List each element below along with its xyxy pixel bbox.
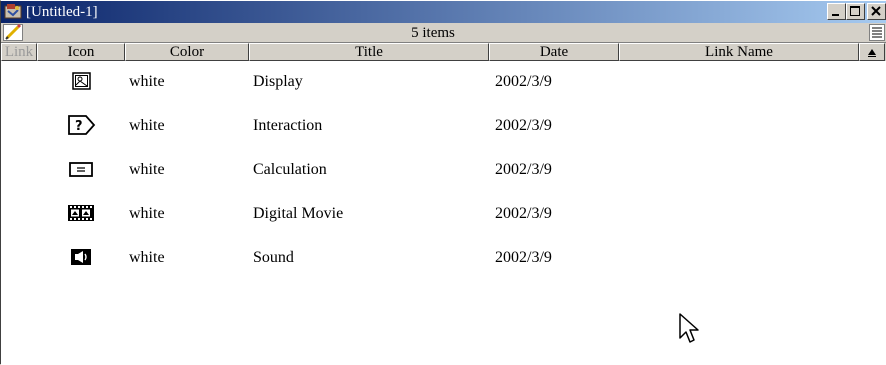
library-item-list: white Display 2002/3/9 ? white Interacti… bbox=[1, 61, 886, 365]
list-item[interactable]: white Digital Movie 2002/3/9 bbox=[1, 193, 886, 237]
column-header-icon[interactable]: Icon bbox=[37, 43, 125, 61]
item-color: white bbox=[129, 249, 165, 266]
sort-ascending-icon bbox=[868, 49, 876, 57]
list-item[interactable]: white Calculation 2002/3/9 bbox=[1, 149, 886, 193]
sound-icon bbox=[71, 249, 91, 265]
close-icon bbox=[871, 6, 881, 16]
item-color: white bbox=[129, 161, 165, 178]
library-window: [Untitled-1] 5 items Link Icon Color Tit… bbox=[0, 0, 886, 365]
item-title: Interaction bbox=[253, 117, 323, 134]
item-title: Display bbox=[253, 73, 303, 90]
digital-movie-icon bbox=[68, 205, 94, 221]
maximize-icon bbox=[850, 6, 860, 16]
item-title: Digital Movie bbox=[253, 205, 344, 222]
item-date: 2002/3/9 bbox=[495, 249, 552, 266]
item-title: Calculation bbox=[253, 161, 327, 178]
list-item[interactable]: white Display 2002/3/9 bbox=[1, 61, 886, 105]
item-date: 2002/3/9 bbox=[495, 117, 552, 134]
item-color: white bbox=[129, 73, 165, 90]
list-item[interactable]: white Sound 2002/3/9 bbox=[1, 237, 886, 281]
maximize-button[interactable] bbox=[846, 3, 865, 20]
column-header-date[interactable]: Date bbox=[489, 43, 619, 61]
title-bar[interactable]: [Untitled-1] bbox=[1, 1, 886, 23]
sort-order-button[interactable] bbox=[859, 43, 885, 61]
mouse-pointer-icon bbox=[679, 313, 699, 343]
library-toolbar: 5 items bbox=[1, 23, 886, 43]
library-app-icon bbox=[4, 4, 22, 19]
column-header-title[interactable]: Title bbox=[249, 43, 489, 61]
window-title: [Untitled-1] bbox=[26, 4, 98, 20]
column-header-link-name[interactable]: Link Name bbox=[619, 43, 859, 61]
item-date: 2002/3/9 bbox=[495, 73, 552, 90]
calculation-icon bbox=[69, 162, 93, 177]
column-header-link[interactable]: Link bbox=[1, 43, 37, 61]
item-color: white bbox=[129, 205, 165, 222]
column-header-color[interactable]: Color bbox=[125, 43, 249, 61]
list-item[interactable]: ? white Interaction 2002/3/9 bbox=[1, 105, 886, 149]
item-title: Sound bbox=[253, 249, 294, 266]
item-date: 2002/3/9 bbox=[495, 161, 552, 178]
interaction-icon: ? bbox=[68, 115, 96, 135]
item-count: 5 items bbox=[411, 25, 455, 41]
minimize-icon bbox=[832, 14, 839, 16]
display-icon bbox=[72, 72, 91, 90]
item-date: 2002/3/9 bbox=[495, 205, 552, 222]
minimize-button[interactable] bbox=[827, 3, 846, 20]
item-color: white bbox=[129, 117, 165, 134]
close-button[interactable] bbox=[867, 3, 886, 20]
column-header-row: Link Icon Color Title Date Link Name bbox=[1, 43, 886, 61]
svg-text:?: ? bbox=[75, 119, 83, 134]
menu-lines-icon[interactable] bbox=[869, 24, 885, 41]
